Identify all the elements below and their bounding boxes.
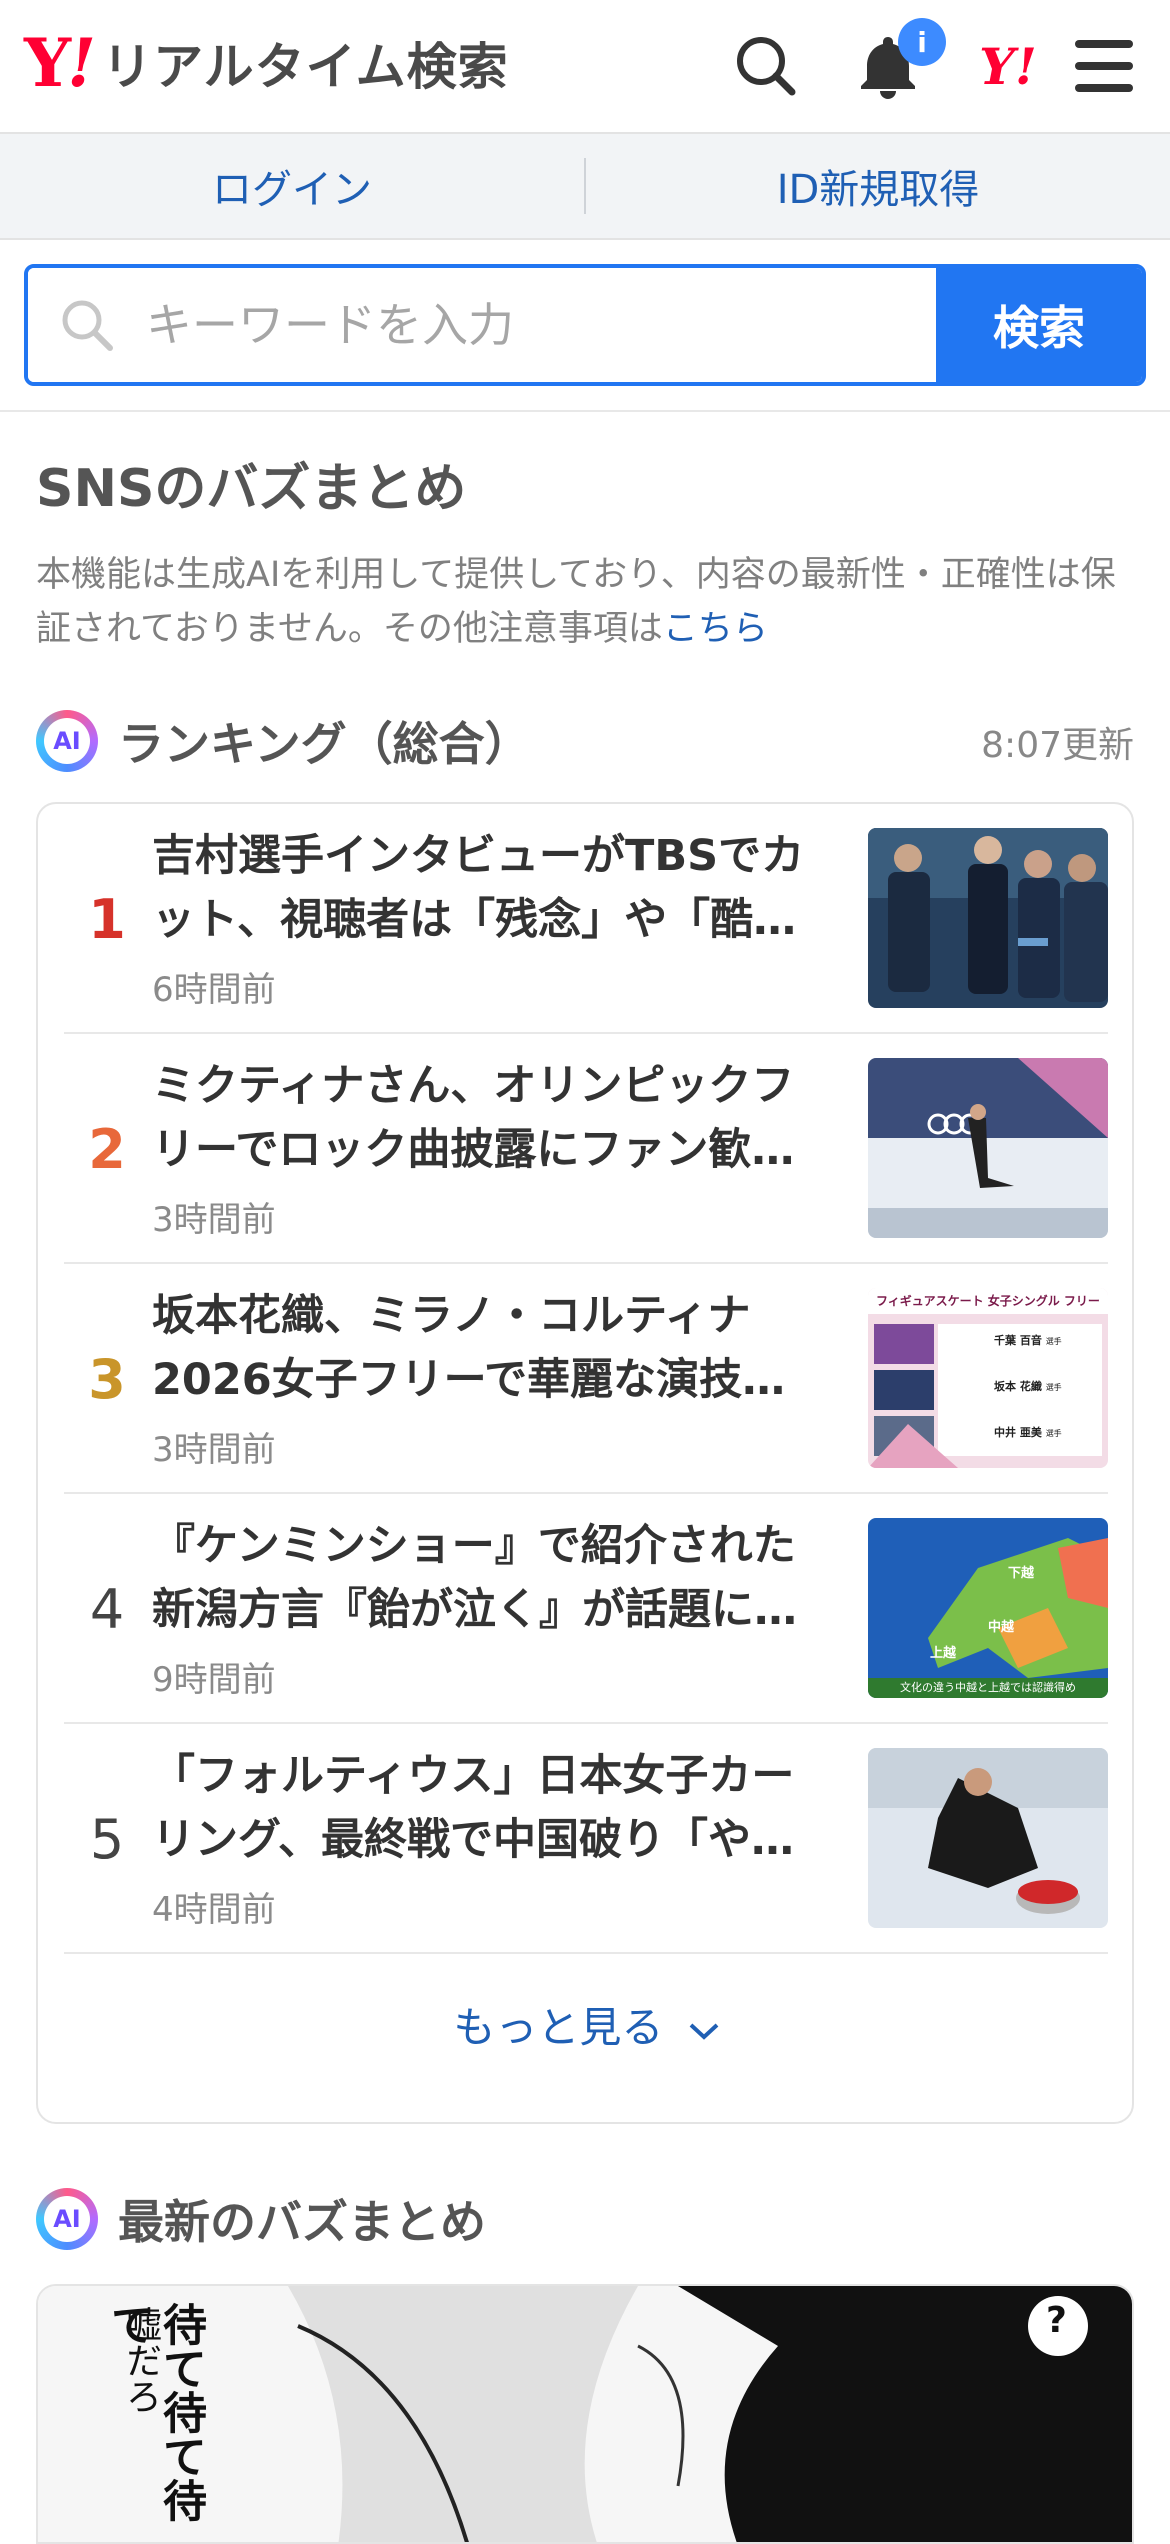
section-divider bbox=[0, 410, 1170, 412]
logo-bang: ! bbox=[67, 24, 97, 102]
ranking-item-title: 『ケンミンショー』で紹介された新潟方言『飴が泣く』が話題に… bbox=[152, 1521, 797, 1635]
logo-text: リアルタイム検索 bbox=[102, 38, 509, 96]
ranking-item-time: 3時間前 bbox=[152, 1200, 276, 1240]
ranking-thumbnail bbox=[868, 1748, 1108, 1928]
rank-number: 1 bbox=[88, 887, 126, 951]
manga-question-mark: ? bbox=[1046, 2300, 1067, 2341]
search-field[interactable] bbox=[28, 268, 936, 382]
ranking-item-title: 「フォルティウス」日本女子カーリング、最終戦で中国破り「や… bbox=[152, 1751, 795, 1865]
skater-row: 千葉 百音 選手 bbox=[994, 1334, 1062, 1347]
search-form: 検索 bbox=[24, 264, 1146, 386]
ranking-item[interactable]: 4 『ケンミンショー』で紹介された新潟方言『飴が泣く』が話題に… 9時間前 下越… bbox=[64, 1494, 1108, 1724]
more-link[interactable]: もっと見る bbox=[38, 1994, 1136, 2055]
disclaimer-text: 本機能は生成AIを利用して提供しており、内容の最新性・正確性は保証されておりませ… bbox=[36, 555, 1116, 649]
search-input[interactable] bbox=[144, 297, 848, 353]
map-city-label: 上越 bbox=[930, 1646, 957, 1661]
rank-number: 4 bbox=[89, 1577, 125, 1641]
login-bar: ログイン ID新規取得 bbox=[0, 134, 1170, 240]
ranking-thumbnail: 下越 中越 上越 文化の違う中越と上越では認識得め bbox=[868, 1518, 1108, 1698]
ranking-item[interactable]: 5 「フォルティウス」日本女子カーリング、最終戦で中国破り「や… 4時間前 bbox=[64, 1724, 1108, 1954]
ranking-thumbnail bbox=[868, 828, 1108, 1008]
ranking-item-time: 9時間前 bbox=[152, 1660, 276, 1700]
ranking-item-title: 坂本花織、ミラノ・コルティナ2026女子フリーで華麗な演技… bbox=[152, 1291, 786, 1405]
ai-icon: AI bbox=[36, 2188, 98, 2250]
latest-title: 最新のバズまとめ bbox=[118, 2195, 486, 2249]
ranking-item-time: 6時間前 bbox=[152, 970, 276, 1010]
ai-icon: AI bbox=[36, 710, 98, 772]
chevron-down-icon bbox=[689, 2023, 719, 2040]
map-caption: 文化の違う中越と上越では認識得め bbox=[900, 1681, 1076, 1694]
skater-row: 坂本 花織 選手 bbox=[994, 1380, 1062, 1393]
manga-speech-text: 嘘だろ bbox=[120, 2306, 161, 2414]
map-city-label: 下越 bbox=[1008, 1566, 1035, 1581]
menu-icon[interactable] bbox=[1068, 30, 1140, 102]
ranking-item[interactable]: 2 ミクティナさん、オリンピックフリーでロック曲披露にファン歓… 3時間前 bbox=[64, 1034, 1108, 1264]
login-link[interactable]: ログイン bbox=[0, 157, 584, 215]
ranking-item[interactable]: 1 吉村選手インタビューがTBSでカット、視聴者は「残念」や「酷… 6時間前 bbox=[64, 804, 1108, 1034]
yahoo-realtime-logo[interactable]: Y ! リアルタイム検索 bbox=[24, 24, 509, 102]
rank-number: 2 bbox=[88, 1117, 126, 1181]
latest-header: AI 最新のバズまとめ bbox=[36, 2186, 486, 2252]
more-label: もっと見る bbox=[453, 2003, 664, 2052]
rank-number: 5 bbox=[89, 1807, 125, 1871]
register-link[interactable]: ID新規取得 bbox=[586, 157, 1170, 215]
ranking-header: AI ランキング（総合） bbox=[36, 708, 531, 774]
ranking-item-title: ミクティナさん、オリンピックフリーでロック曲披露にファン歓… bbox=[152, 1061, 795, 1175]
buzz-section-title: SNSのバズまとめ bbox=[36, 459, 467, 519]
notification-badge: i bbox=[898, 18, 946, 66]
ranking-thumbnail bbox=[868, 1058, 1108, 1238]
ranking-item-title: 吉村選手インタビューがTBSでカット、視聴者は「残念」や「酷… bbox=[152, 831, 805, 945]
disclaimer-link[interactable]: こちら bbox=[663, 609, 768, 649]
search-field-icon bbox=[62, 300, 113, 351]
skater-row: 中井 亜美 選手 bbox=[994, 1426, 1062, 1439]
rank-number: 3 bbox=[88, 1347, 126, 1411]
logo-y: Y bbox=[24, 24, 71, 102]
skate-thumb-title: フィギュアスケート 女子シングル フリー bbox=[868, 1288, 1108, 1314]
ai-disclaimer: 本機能は生成AIを利用して提供しており、内容の最新性・正確性は保証されておりませ… bbox=[36, 548, 1136, 656]
search-icon[interactable] bbox=[730, 30, 802, 102]
ranking-thumbnail: フィギュアスケート 女子シングル フリー 千葉 百音 選手 坂本 花織 選手 中… bbox=[868, 1288, 1108, 1468]
latest-buzz-image[interactable]: 待て待て待て 嘘だろ ? bbox=[36, 2284, 1134, 2544]
ranking-card: 1 吉村選手インタビューがTBSでカット、視聴者は「残念」や「酷… 6時間前 2… bbox=[36, 802, 1134, 2124]
yahoo-japan-logo[interactable]: Y! bbox=[968, 30, 1048, 102]
search-button[interactable]: 検索 bbox=[936, 268, 1142, 382]
app-header: Y ! リアルタイム検索 i Y! bbox=[0, 0, 1170, 134]
ranking-item[interactable]: 3 坂本花織、ミラノ・コルティナ2026女子フリーで華麗な演技… 3時間前 フィ… bbox=[64, 1264, 1108, 1494]
map-city-label: 中越 bbox=[988, 1620, 1015, 1635]
ranking-item-time: 3時間前 bbox=[152, 1430, 276, 1470]
ranking-title: ランキング（総合） bbox=[118, 717, 531, 771]
manga-speech-text: 待て待て待て bbox=[103, 2302, 206, 2522]
ranking-item-time: 4時間前 bbox=[152, 1890, 276, 1930]
bell-icon[interactable]: i bbox=[852, 18, 946, 102]
ranking-updated-time: 8:07更新 bbox=[981, 725, 1134, 766]
